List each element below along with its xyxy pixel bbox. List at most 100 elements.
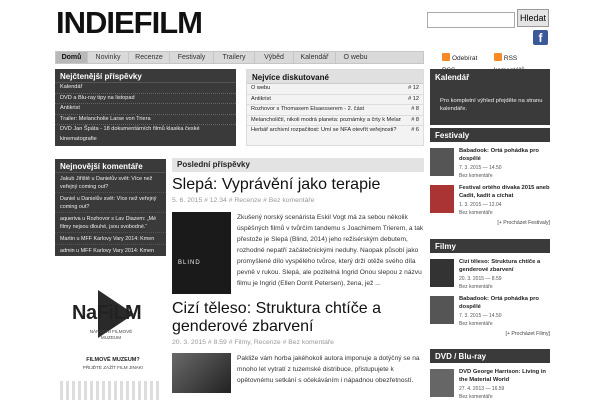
post-title[interactable]: Cizí těleso: Struktura chtíče a genderov… — [172, 300, 424, 336]
side-item-title: Cizí těleso: Struktura chtíče a genderov… — [459, 259, 541, 273]
top-posts-box: Nejčtenější příspěvky Kalendář DVD a Blu… — [55, 69, 236, 146]
side-thumb — [430, 259, 454, 287]
facebook-icon[interactable]: f — [533, 30, 548, 45]
filmy-section: Filmy Cizí těleso: Struktura chtíče a ge… — [430, 239, 550, 337]
calendar-title: Kalendář — [435, 73, 470, 82]
calendar-text: Pro kompletní výhled přejděte na stranu … — [440, 98, 543, 112]
search-input[interactable] — [427, 12, 515, 28]
post-image[interactable]: BLIND — [172, 212, 231, 294]
latest-posts-heading: Poslední příspěvky — [172, 158, 424, 172]
post-body: Pakliže vám horba jakéhokoli autora impo… — [172, 353, 424, 393]
rss-comments-link[interactable]: RSS komentářů — [493, 51, 548, 74]
most-discussed-box: Nejvíce diskutované O webu # 12 Antikrist… — [246, 69, 424, 146]
side-item-date: 1. 3. 2015 — 12.04 — [459, 202, 502, 208]
side-item-text: DVD George Harrison: Living in the Mater… — [459, 369, 550, 400]
side-item-title: Babadook: Ortá pohádka pro dospělé — [459, 148, 539, 162]
nafilm-banner[interactable]: NaFiLM NÁRODNÍ FILMOVÉ MUZEUM FILMOVÉ MU… — [66, 285, 156, 375]
site-logo[interactable]: INDIEFILM — [56, 6, 203, 40]
side-item-date: 7. 3. 2015 — 14.50 — [459, 313, 502, 319]
discussed-count: # 8 — [411, 106, 419, 112]
browse-filmy-link[interactable]: [+ Procházet Filmy] — [430, 331, 550, 337]
nav-item-trailery[interactable]: Trailery — [214, 52, 255, 63]
top-post-item[interactable]: DVD Jan Špáta - 18 dokumentárních filmů … — [55, 125, 236, 135]
post-title[interactable]: Slepá: Vyprávění jako terapie — [172, 176, 424, 194]
comments-title: Nejnovější komentáře — [55, 159, 166, 173]
side-item[interactable]: Cizí těleso: Struktura chtíče a genderov… — [430, 259, 550, 290]
side-item-tag: Bez komentáře — [459, 284, 493, 290]
side-item-date: 7. 3. 2015 — 14.50 — [459, 165, 502, 171]
nafilm-subtitle: NÁRODNÍ FILMOVÉ MUZEUM — [89, 329, 133, 340]
discussed-item[interactable]: Rozhovor s Thomasem Elsaesserem - 2. čás… — [247, 105, 423, 116]
post-image-label: BLIND — [178, 260, 201, 266]
browse-festivaly-link[interactable]: [+ Procházet Festivaly] — [430, 220, 550, 226]
discussed-label: Herbář archivní rozpačitost: Umí se NFA … — [251, 127, 397, 133]
side-item-text: Festival ortého divaka 2015 aneb Cadit, … — [459, 185, 550, 216]
dvd-section: DVD / Blu-ray DVD George Harrison: Livin… — [430, 349, 550, 400]
side-item[interactable]: Festival ortého divaka 2015 aneb Cadit, … — [430, 185, 550, 216]
filmy-heading: Filmy — [430, 239, 550, 253]
side-item-text: Babadook: Ortá pohádka pro dospělé 7. 3.… — [459, 296, 550, 327]
discussed-item[interactable]: Melancholičtí, nikoli modrá planeta: poz… — [247, 116, 423, 126]
discussed-item[interactable]: O webu # 12 — [247, 84, 423, 95]
comment-item[interactable]: Martin u MFF Karlovy Vary 2014: Kmen — [55, 233, 166, 245]
nafilm-question: FILMOVÉ MUZEUM? — [86, 357, 140, 363]
rss-links: Odebírat RSS RSS komentářů — [442, 51, 548, 74]
festivaly-section: Festivaly Babadook: Ortá pohádka pro dos… — [430, 128, 550, 226]
side-item-tag: Bez komentáře — [459, 210, 493, 216]
discussed-count: # 6 — [411, 127, 419, 133]
post-image[interactable] — [172, 353, 231, 393]
discussed-count: # 12 — [408, 95, 419, 102]
festivaly-heading: Festivaly — [430, 128, 550, 142]
top-post-item[interactable]: Kalendář — [55, 83, 236, 94]
main-navigation: Domů Novinky Recenze Festivaly Trailery … — [55, 51, 424, 64]
comment-item[interactable]: admin u MFF Karlovy Vary 2014: Kmen — [55, 245, 166, 256]
site-header: INDIEFILM Hledat f — [0, 0, 600, 48]
top-post-item[interactable]: Trailer: Melancholie Larse von Triera — [55, 115, 236, 125]
side-item-tag: Bez komentáře — [459, 321, 493, 327]
nav-item-recenze[interactable]: Recenze — [129, 52, 170, 63]
top-post-item-cont[interactable]: kinematografie — [55, 135, 236, 145]
bottom-banner-image — [60, 381, 160, 400]
discussed-count: # 12 — [408, 85, 419, 91]
nafilm-tagline: PŘIJĎTE ZAŽÍT FILM JINAK! — [82, 365, 144, 370]
side-item-tag: Bez komentáře — [459, 394, 493, 400]
top-posts-title: Nejčtenější příspěvky — [55, 69, 236, 83]
discussed-label: O webu — [251, 85, 271, 91]
nav-item-vybed[interactable]: Výběd — [255, 52, 294, 63]
dvd-heading: DVD / Blu-ray — [430, 349, 550, 363]
nav-item-domu[interactable]: Domů — [56, 52, 88, 63]
post-meta: 5. 6. 2015 # 12.34 # Recenze # Bez komen… — [172, 197, 315, 204]
nav-item-o-webu[interactable]: O webu — [336, 52, 375, 63]
side-thumb — [430, 369, 454, 397]
side-item[interactable]: Babadook: Ortá pohádka pro dospělé 7. 3.… — [430, 296, 550, 327]
comment-item[interactable]: aqueriva u Rozhovor s Lav Diazem: „Mé fi… — [55, 213, 166, 233]
side-item-title: Festival ortého divaka 2015 aneb Cadit, … — [459, 185, 550, 199]
recent-comments-box: Nejnovější komentáře Jakub Jiřiště u Dan… — [55, 159, 166, 256]
nafilm-logo: NaFiLM — [72, 302, 142, 324]
discussed-item[interactable]: Antikrist # 12 — [247, 95, 423, 105]
rss-posts-link[interactable]: Odebírat RSS — [442, 51, 491, 74]
post-excerpt: Pakliže vám horba jakéhokoli autora impo… — [237, 355, 420, 384]
top-post-item[interactable]: DVD a Blu-ray tipy na listopad — [55, 94, 236, 104]
discussed-label: Antikrist — [251, 95, 271, 102]
side-item-date: 20. 3. 2015 — 8.59 — [459, 276, 502, 282]
side-item[interactable]: Babadook: Ortá pohádka pro dospělé 7. 3.… — [430, 148, 550, 179]
main-content: Poslední příspěvky Slepá: Vyprávění jako… — [172, 158, 424, 400]
top-post-item[interactable]: Antikrist — [55, 104, 236, 115]
discussed-title: Nejvíce diskutované — [247, 70, 423, 84]
nav-item-novinky[interactable]: Novinky — [88, 52, 129, 63]
side-item[interactable]: DVD George Harrison: Living in the Mater… — [430, 369, 550, 400]
comment-item[interactable]: Daniel u Danielův svět: Více než veřejný… — [55, 193, 166, 213]
side-item-text: Babadook: Ortá pohádka pro dospělé 7. 3.… — [459, 148, 550, 179]
comment-item[interactable]: Jakub Jiřiště u Danielův svět: Více než … — [55, 173, 166, 193]
side-item-date: 27. 4. 2013 — 16.59 — [459, 386, 505, 392]
nav-item-festivaly[interactable]: Festivaly — [170, 52, 214, 63]
side-item-tag: Bez komentáře — [459, 173, 493, 179]
nav-item-kalendar[interactable]: Kalendář — [294, 52, 336, 63]
post-body: BLIND Zkušený norský scenárista Eskil Vo… — [172, 212, 424, 294]
search-button[interactable]: Hledat — [517, 9, 549, 27]
side-thumb — [430, 185, 454, 213]
discussed-item[interactable]: Herbář archivní rozpačitost: Umí se NFA … — [247, 126, 423, 136]
rss-icon — [442, 53, 450, 61]
discussed-label: Rozhovor s Thomasem Elsaesserem - 2. čás… — [251, 106, 365, 112]
